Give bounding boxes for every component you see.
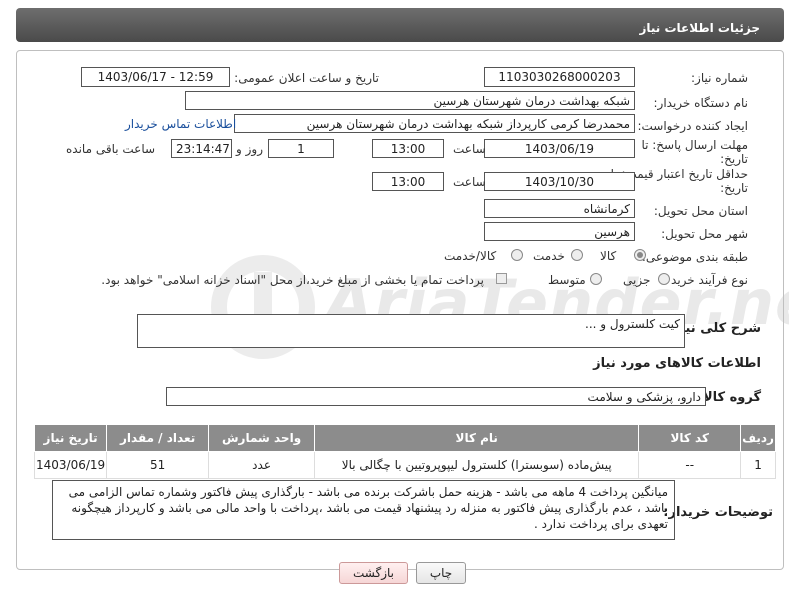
col-row: ردیف (740, 424, 776, 452)
announce-field: 1403/06/17 - 12:59 (81, 67, 230, 87)
price-validity-date-field: 1403/10/30 (484, 172, 635, 191)
category-radio-both[interactable] (511, 249, 523, 261)
category-label: طبقه بندی موضوعی: (641, 250, 748, 264)
province-label: استان محل تحویل: (653, 204, 748, 218)
buyer-notes-text: میانگین پرداخت 4 ماهه می باشد - هزینه حم… (68, 485, 668, 531)
col-code: کد کالا (638, 424, 742, 452)
back-button[interactable]: بازگشت (339, 562, 408, 584)
treasury-note: پرداخت تمام یا بخشی از مبلغ خرید،از محل … (101, 273, 484, 287)
process-option-medium: متوسط (548, 273, 586, 287)
page-header: جزئیات اطلاعات نیاز (16, 8, 784, 42)
remaining-label: ساعت باقی مانده (66, 142, 156, 156)
goods-section-title: اطلاعات کالاهای مورد نیاز (593, 356, 761, 371)
remaining-days-field: 1 (268, 139, 334, 158)
buyer-contact-link[interactable]: اطلاعات تماس خریدار (125, 117, 236, 131)
goods-table-header: ردیف کد کالا نام کالا واحد شمارش تعداد /… (33, 424, 776, 452)
col-date: تاریخ نیاز (33, 424, 108, 452)
description-field: کیت کلسترول و ... (137, 314, 685, 348)
days-label: روز و (236, 142, 263, 156)
process-radio-minor[interactable] (658, 273, 670, 285)
col-unit: واحد شمارش (208, 424, 316, 452)
creator-field: محمدرضا کرمی کارپرداز شبکه بهداشت درمان … (234, 114, 635, 133)
buyer-org-field: شبکه بهداشت درمان شهرستان هرسین (185, 91, 635, 110)
table-row: 1 -- پیش‌ماده (سوبسترا) کلسترول لیپوپروت… (33, 451, 776, 479)
treasury-checkbox[interactable] (496, 273, 507, 284)
reply-deadline-label: مهلت ارسال پاسخ: تا (641, 138, 748, 152)
announce-label: تاریخ و ساعت اعلان عمومی: (234, 71, 379, 85)
col-name: نام کالا (314, 424, 640, 452)
price-validity-time-field: 13:00 (372, 172, 444, 191)
process-radio-medium[interactable] (590, 273, 602, 285)
cell-unit: عدد (208, 451, 316, 479)
buyer-notes-label: توضیحات خریدار: (663, 505, 773, 520)
col-qty: تعداد / مقدار (106, 424, 210, 452)
buyer-notes-box: میانگین پرداخت 4 ماهه می باشد - هزینه حم… (52, 480, 675, 540)
need-number-label: شماره نیاز: (691, 71, 748, 85)
category-option-goods: کالا (600, 249, 617, 263)
cell-code: -- (638, 451, 742, 479)
process-label: نوع فرآیند خرید : (663, 273, 748, 287)
cell-qty: 51 (106, 451, 210, 479)
remaining-time-field: 23:14:47 (171, 139, 232, 158)
category-radio-goods[interactable] (634, 249, 646, 261)
price-validity-label-2: تاریخ: (720, 181, 748, 195)
creator-label: ایجاد کننده درخواست: (637, 119, 748, 133)
price-validity-time-label: ساعت (453, 175, 486, 189)
category-option-service: خدمت (533, 249, 565, 263)
reply-date-field: 1403/06/19 (484, 139, 635, 158)
goods-group-field: دارو، پزشکی و سلامت (166, 387, 706, 406)
province-field: کرمانشاه (484, 199, 635, 218)
buyer-org-label: نام دستگاه خریدار: (653, 96, 749, 110)
reply-time-label: ساعت (453, 142, 486, 156)
print-button[interactable]: چاپ (416, 562, 466, 584)
goods-table: ردیف کد کالا نام کالا واحد شمارش تعداد /… (33, 424, 776, 479)
category-option-both: کالا/خدمت (444, 249, 497, 263)
category-radio-service[interactable] (571, 249, 583, 261)
cell-row: 1 (740, 451, 776, 479)
process-option-minor: جزیی (623, 273, 651, 287)
city-field: هرسین (484, 222, 635, 241)
cell-date: 1403/06/19 (33, 451, 108, 479)
need-number-field: 1103030268000203 (484, 67, 635, 87)
cell-name: پیش‌ماده (سوبسترا) کلسترول لیپوپروتیین ب… (314, 451, 640, 479)
reply-deadline-label-2: تاریخ: (720, 152, 748, 166)
goods-group-label: گروه کالا: (697, 390, 761, 405)
city-label: شهر محل تحویل: (661, 227, 748, 241)
page-title: جزئیات اطلاعات نیاز (639, 21, 760, 35)
reply-time-field: 13:00 (372, 139, 444, 158)
